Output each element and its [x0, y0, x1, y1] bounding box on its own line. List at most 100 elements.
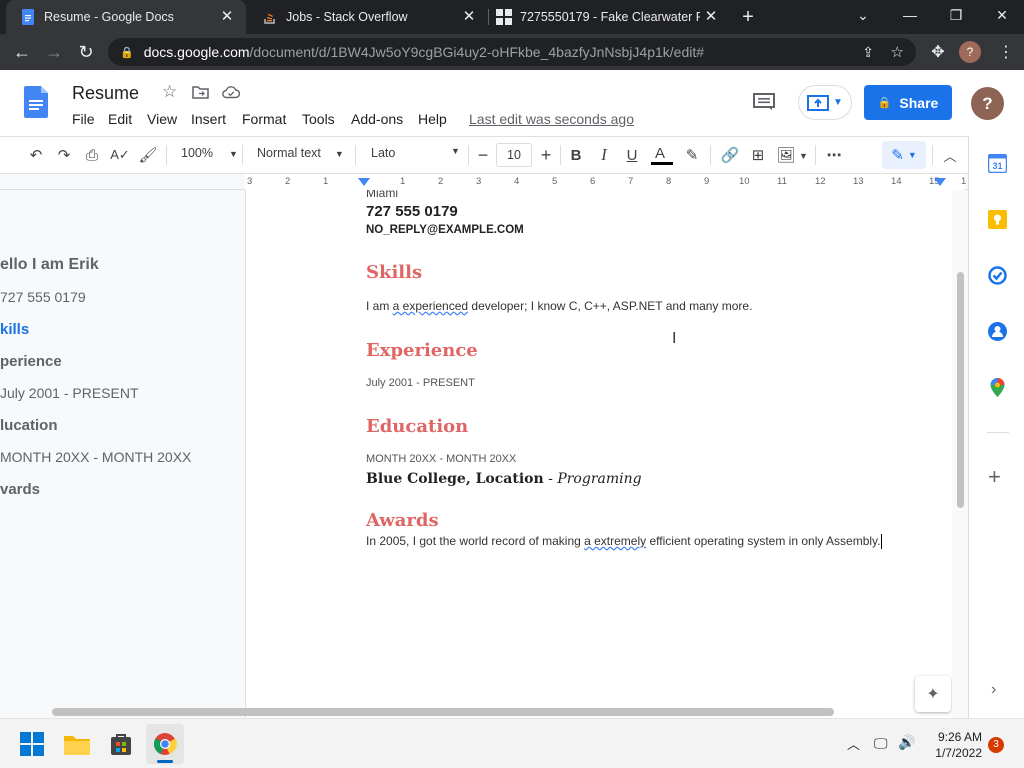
- menu-format[interactable]: Format: [242, 111, 286, 127]
- bookmark-star-icon[interactable]: ☆: [891, 43, 904, 61]
- undo-icon[interactable]: ↶: [26, 145, 46, 165]
- account-avatar[interactable]: ?: [971, 87, 1004, 120]
- google-docs-logo-icon[interactable]: [24, 86, 48, 118]
- chevron-down-icon: ▼: [833, 97, 843, 108]
- zoom-select[interactable]: 100% ▼: [181, 146, 238, 160]
- more-options-icon[interactable]: ⋯: [824, 145, 844, 165]
- redo-icon[interactable]: ↷: [54, 145, 74, 165]
- profile-avatar[interactable]: ?: [956, 38, 984, 66]
- menu-tools[interactable]: Tools: [302, 111, 335, 127]
- document-page[interactable]: Miami 727 555 0179 NO_REPLY@EXAMPLE.COM …: [245, 190, 952, 718]
- outline-item[interactable]: 727 555 0179: [0, 289, 86, 305]
- clock-date[interactable]: 1/7/2022: [930, 746, 982, 760]
- insert-link-icon[interactable]: 🔗: [720, 145, 740, 165]
- network-icon[interactable]: 🖵: [874, 735, 888, 752]
- document-title[interactable]: Resume: [72, 83, 139, 104]
- outline-item[interactable]: perience: [0, 353, 62, 370]
- volume-icon[interactable]: 🔊: [898, 734, 915, 751]
- chevron-down-icon[interactable]: ▼: [799, 151, 808, 161]
- chrome-menu-icon[interactable]: ⋮: [992, 38, 1020, 66]
- paint-format-icon[interactable]: 🖌: [138, 145, 158, 165]
- windows-start-icon[interactable]: [17, 729, 47, 759]
- insert-image-icon[interactable]: 🖼: [776, 145, 796, 165]
- microsoft-store-icon[interactable]: [106, 729, 136, 759]
- comment-history-icon[interactable]: [753, 93, 775, 111]
- outline-item-active[interactable]: kills: [0, 321, 29, 338]
- horizontal-scrollbar-thumb[interactable]: [52, 708, 834, 716]
- underline-icon[interactable]: U: [622, 145, 642, 165]
- highlight-color-icon[interactable]: ✎: [682, 145, 702, 165]
- outline-item[interactable]: July 2001 - PRESENT: [0, 385, 139, 401]
- file-explorer-icon[interactable]: [62, 729, 92, 759]
- ruler-number: 8: [666, 176, 672, 187]
- close-window-button[interactable]: ✕: [982, 0, 1022, 30]
- tab-resume-google-docs[interactable]: Resume - Google Docs ✕: [6, 0, 246, 34]
- tab-title: Resume - Google Docs: [44, 10, 174, 24]
- minimize-button[interactable]: —: [890, 0, 930, 30]
- bold-icon[interactable]: B: [566, 145, 586, 165]
- left-indent-marker[interactable]: [358, 178, 370, 186]
- new-tab-button[interactable]: +: [728, 2, 768, 32]
- ruler[interactable]: 3 2 1 1 2 3 4 5 6 7 8 9 10 11 12 13 14 1…: [0, 174, 968, 190]
- editing-mode-button[interactable]: ✎ ▼: [882, 141, 926, 169]
- text-color-icon[interactable]: A: [650, 145, 674, 167]
- tasks-icon[interactable]: [988, 266, 1007, 285]
- reload-icon[interactable]: ↻: [72, 38, 100, 66]
- spellcheck-icon[interactable]: A✓: [110, 145, 130, 165]
- close-tab-icon[interactable]: ✕: [460, 8, 478, 26]
- increase-font-size-icon[interactable]: +: [536, 145, 556, 165]
- paragraph-style-select[interactable]: Normal text ▼: [257, 146, 344, 160]
- present-meeting-button[interactable]: ▼: [798, 85, 852, 120]
- vertical-scrollbar-thumb[interactable]: [957, 272, 964, 508]
- grammar-suggestion[interactable]: a extremely: [584, 534, 646, 548]
- outline-item[interactable]: vards: [0, 481, 40, 498]
- menu-help[interactable]: Help: [418, 111, 447, 127]
- calendar-icon[interactable]: 31: [988, 154, 1007, 173]
- tab-fake-clearwater[interactable]: 7275550179 - Fake Clearwater Ph ✕: [488, 0, 724, 34]
- restore-button[interactable]: ❐: [936, 0, 976, 30]
- grammar-suggestion[interactable]: a experienced: [393, 299, 468, 313]
- close-tab-icon[interactable]: ✕: [218, 8, 236, 26]
- add-addon-plus-icon[interactable]: +: [988, 464, 1001, 490]
- move-folder-icon[interactable]: [192, 85, 209, 99]
- keep-icon[interactable]: [988, 210, 1007, 229]
- email-address: NO_REPLY@EXAMPLE.COM: [366, 224, 524, 236]
- star-icon[interactable]: ☆: [162, 82, 177, 102]
- italic-icon[interactable]: I: [594, 145, 614, 165]
- last-edit-link[interactable]: Last edit was seconds ago: [469, 111, 634, 127]
- notification-badge[interactable]: 3: [988, 737, 1004, 753]
- outline-item[interactable]: MONTH 20XX - MONTH 20XX: [0, 449, 191, 465]
- menu-add-ons[interactable]: Add-ons: [351, 111, 403, 127]
- font-family-select[interactable]: Lato ▼: [371, 146, 461, 160]
- show-hidden-icons-chevron-icon[interactable]: ︿: [847, 734, 860, 753]
- hide-menus-chevron-up-icon[interactable]: ︿: [940, 145, 960, 165]
- font-size-input[interactable]: 10: [496, 143, 532, 167]
- outline-item[interactable]: ello I am Erik: [0, 256, 99, 274]
- maps-icon[interactable]: [989, 378, 1006, 397]
- decrease-font-size-icon[interactable]: −: [473, 145, 493, 165]
- forward-arrow-icon[interactable]: →: [40, 38, 68, 66]
- share-button[interactable]: 🔒 Share: [864, 85, 952, 120]
- address-bar[interactable]: 🔒 docs.google.com/document/d/1BW4Jw5oY9c…: [108, 38, 916, 66]
- contacts-icon[interactable]: [988, 322, 1007, 341]
- menu-file[interactable]: File: [72, 111, 95, 127]
- chrome-taskbar-button[interactable]: [146, 724, 184, 764]
- cloud-status-icon[interactable]: [222, 85, 240, 99]
- back-arrow-icon[interactable]: ←: [8, 38, 36, 66]
- lock-icon[interactable]: 🔒: [120, 46, 134, 59]
- extensions-puzzle-icon[interactable]: ✥: [924, 38, 952, 66]
- clock-time[interactable]: 9:26 AM: [930, 730, 982, 744]
- menu-view[interactable]: View: [147, 111, 177, 127]
- tab-search-chevron-icon[interactable]: ⌄: [843, 0, 883, 30]
- right-indent-marker[interactable]: [934, 178, 946, 186]
- share-page-icon[interactable]: ⇪: [862, 44, 874, 61]
- explore-button[interactable]: ✦: [915, 676, 951, 712]
- add-comment-icon[interactable]: ⊞: [748, 145, 768, 165]
- outline-item[interactable]: lucation: [0, 417, 58, 434]
- print-icon[interactable]: ⎙: [82, 145, 102, 165]
- menu-insert[interactable]: Insert: [191, 111, 226, 127]
- menu-edit[interactable]: Edit: [108, 111, 132, 127]
- tab-jobs-stack-overflow[interactable]: Jobs - Stack Overflow ✕: [248, 0, 488, 34]
- close-tab-icon[interactable]: ✕: [702, 8, 720, 26]
- expand-panel-chevron-icon[interactable]: ›: [991, 681, 996, 699]
